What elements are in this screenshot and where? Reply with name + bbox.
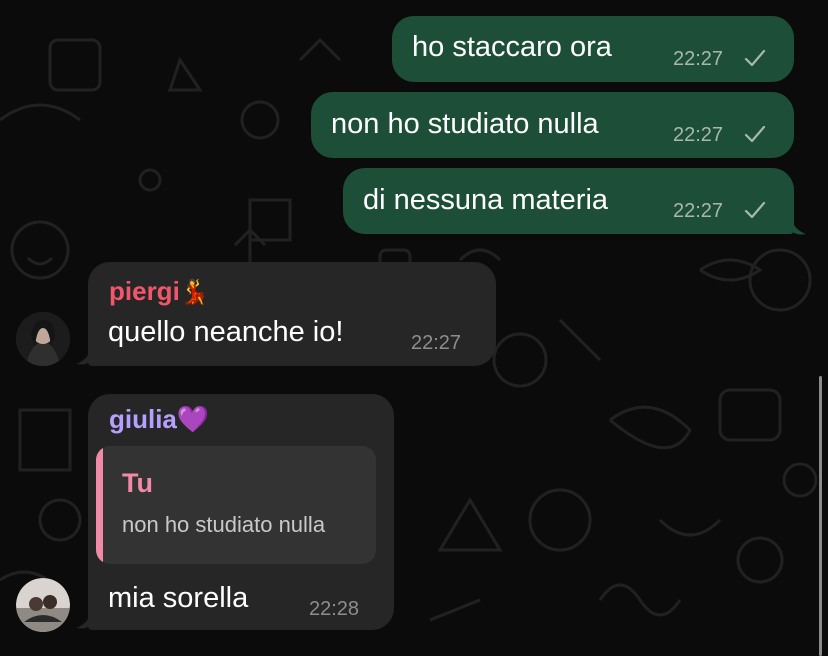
avatar-image [16, 578, 70, 632]
check-icon [744, 201, 766, 219]
reply-quote-bar [96, 446, 103, 564]
reply-quote[interactable]: Tu non ho studiato nulla [96, 446, 376, 564]
message-text: quello neanche io! [108, 316, 344, 348]
avatar-giulia[interactable] [16, 578, 70, 632]
outgoing-message-bubble[interactable]: non ho studiato nulla 22:27 [311, 92, 794, 158]
message-text: di nessuna materia [363, 184, 609, 216]
sender-name-text: piergi [109, 276, 180, 306]
bubble-tail [790, 216, 806, 235]
sender-emoji: 💜 [176, 404, 210, 434]
check-icon [744, 49, 766, 67]
sender-name-text: giulia [109, 404, 177, 434]
incoming-message-bubble[interactable]: piergi💃 quello neanche io! 22:27 [88, 262, 496, 366]
reply-quote-sender: Tu [122, 468, 153, 498]
bubble-tail [76, 610, 92, 629]
message-time: 22:27 [411, 332, 462, 354]
avatar-image [16, 312, 70, 366]
incoming-message-bubble[interactable]: giulia💜 Tu non ho studiato nulla mia sor… [88, 394, 394, 630]
message-text: mia sorella [108, 582, 249, 614]
outgoing-message-bubble[interactable]: ho staccaro ora 22:27 [392, 16, 794, 82]
message-text: ho staccaro ora [412, 31, 612, 63]
message-time: 22:27 [673, 200, 724, 222]
scrollbar[interactable] [819, 376, 822, 656]
outgoing-message-bubble[interactable]: di nessuna materia 22:27 [343, 168, 794, 234]
sender-name: giulia💜 [109, 406, 209, 432]
message-text: non ho studiato nulla [331, 108, 599, 140]
reply-quote-text: non ho studiato nulla [122, 512, 326, 537]
bubble-tail [76, 346, 92, 365]
message-time: 22:28 [309, 598, 360, 620]
check-icon [744, 125, 766, 143]
message-time: 22:27 [673, 124, 724, 146]
message-time: 22:27 [673, 48, 724, 70]
sender-emoji: 💃 [179, 279, 210, 306]
sender-name: piergi💃 [109, 278, 210, 305]
avatar-piergi[interactable] [16, 312, 70, 366]
